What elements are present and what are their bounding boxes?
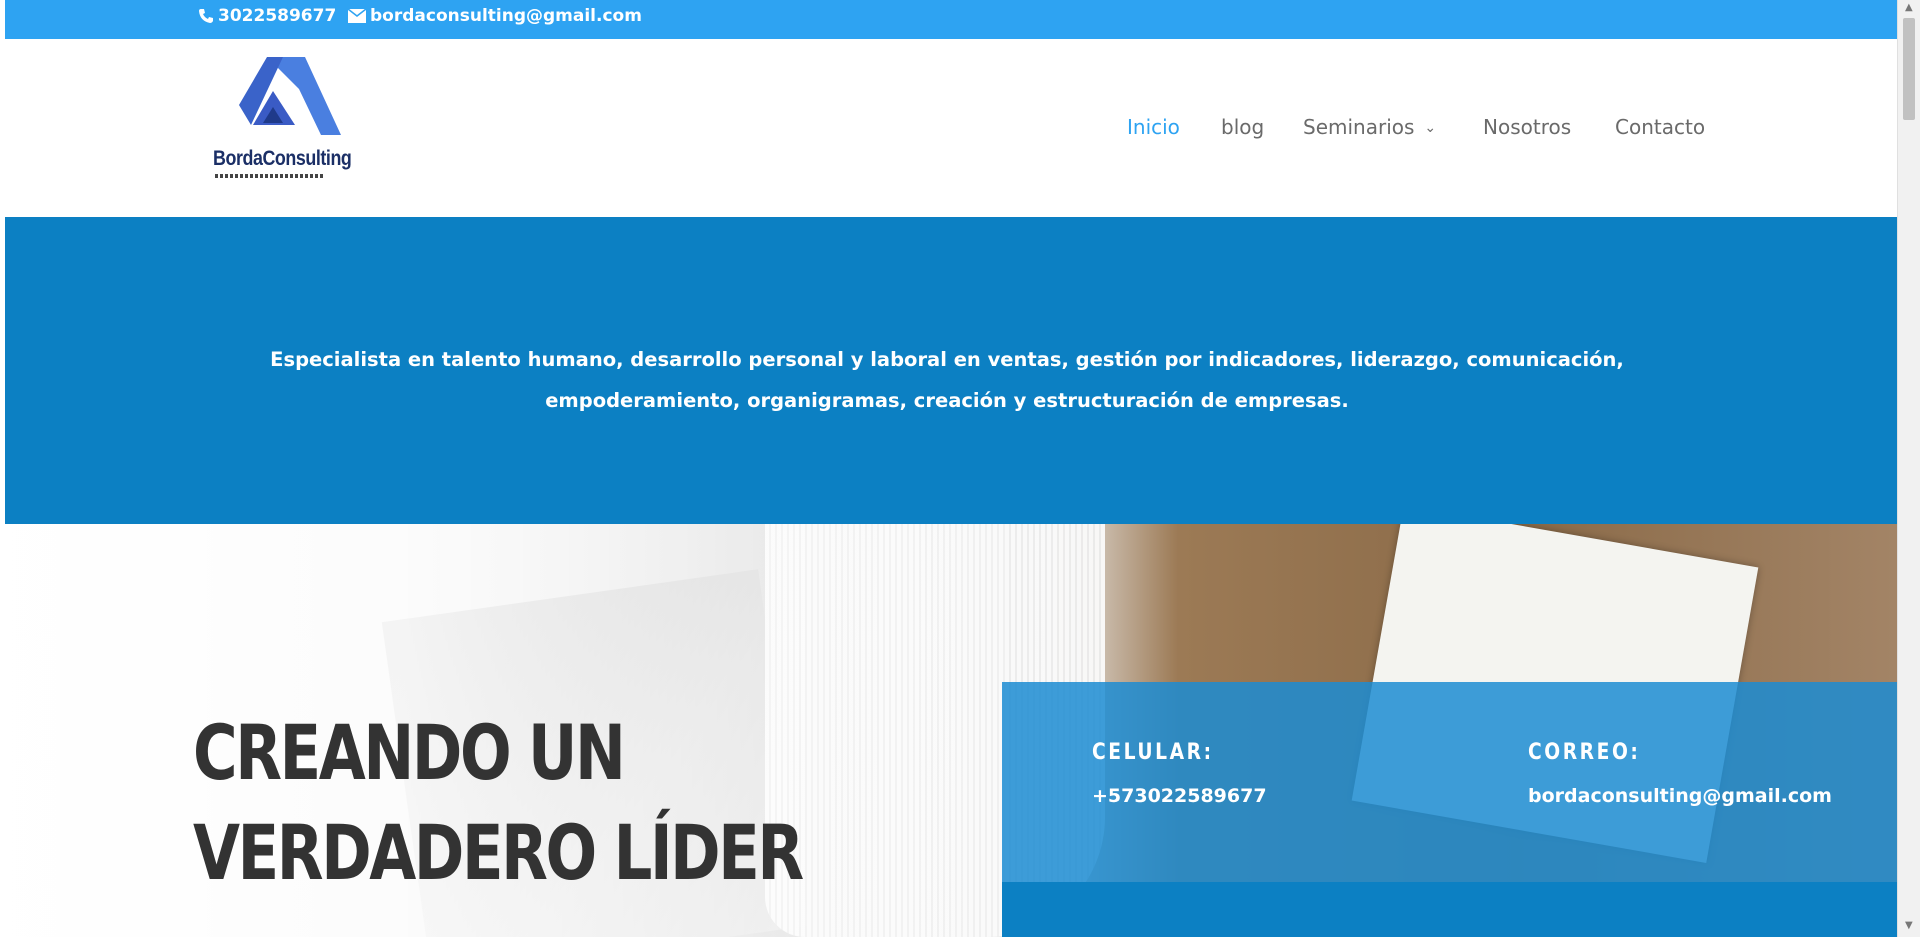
contact-email-value[interactable]: bordaconsulting@gmail.com (1528, 785, 1832, 807)
logo-tagline (215, 174, 325, 178)
scroll-up-arrow-icon[interactable]: ▲ (1905, 2, 1913, 13)
top-bar: 3022589677 bordaconsulting@gmail.com (5, 0, 1897, 39)
contact-phone-label: CELULAR: (1092, 740, 1214, 765)
contact-email-label: CORREO: (1528, 740, 1641, 765)
nav-item-blog[interactable]: blog (1221, 115, 1264, 139)
contact-phone-value[interactable]: +573022589677 (1092, 785, 1267, 807)
nav-item-seminarios-label: Seminarios (1303, 115, 1415, 139)
intro-text: Especialista en talento humano, desarrol… (270, 348, 1624, 412)
scroll-down-arrow-icon[interactable]: ▼ (1905, 920, 1913, 931)
logo-text: BordaConsulting (213, 147, 352, 170)
nav-item-contacto[interactable]: Contacto (1615, 115, 1705, 139)
site-logo[interactable]: BordaConsulting (213, 55, 365, 185)
topbar-email[interactable]: bordaconsulting@gmail.com (348, 6, 642, 26)
hero-title-line1: CREANDO UN (193, 708, 626, 797)
contact-info-footer (1002, 882, 1897, 937)
site-header: BordaConsulting Inicio blog Seminarios ⌄ … (5, 39, 1897, 217)
phone-icon (199, 9, 213, 23)
chevron-down-icon: ⌄ (1424, 120, 1437, 136)
topbar-email-text: bordaconsulting@gmail.com (370, 6, 642, 26)
envelope-icon (348, 9, 366, 23)
hero-title-line2: VERDADERO LÍDER (193, 808, 804, 897)
page-scrollbar[interactable]: ▲ ▼ (1897, 0, 1920, 937)
contact-email-block: CORREO: bordaconsulting@gmail.com (1528, 740, 1832, 807)
hero-title: CREANDO UN VERDADERO LÍDER (193, 703, 804, 903)
contact-info-box: CELULAR: +573022589677 CORREO: bordacons… (1002, 682, 1897, 882)
intro-band: Especialista en talento humano, desarrol… (5, 217, 1897, 524)
nav-item-nosotros[interactable]: Nosotros (1483, 115, 1571, 139)
topbar-phone-text: 3022589677 (218, 6, 337, 26)
logo-mark-icon (239, 57, 341, 135)
scroll-thumb[interactable] (1903, 18, 1915, 120)
topbar-phone[interactable]: 3022589677 (198, 6, 336, 26)
nav-item-seminarios[interactable]: Seminarios ⌄ (1303, 115, 1436, 139)
nav-item-inicio[interactable]: Inicio (1127, 115, 1180, 139)
contact-phone-block: CELULAR: +573022589677 (1092, 740, 1267, 807)
